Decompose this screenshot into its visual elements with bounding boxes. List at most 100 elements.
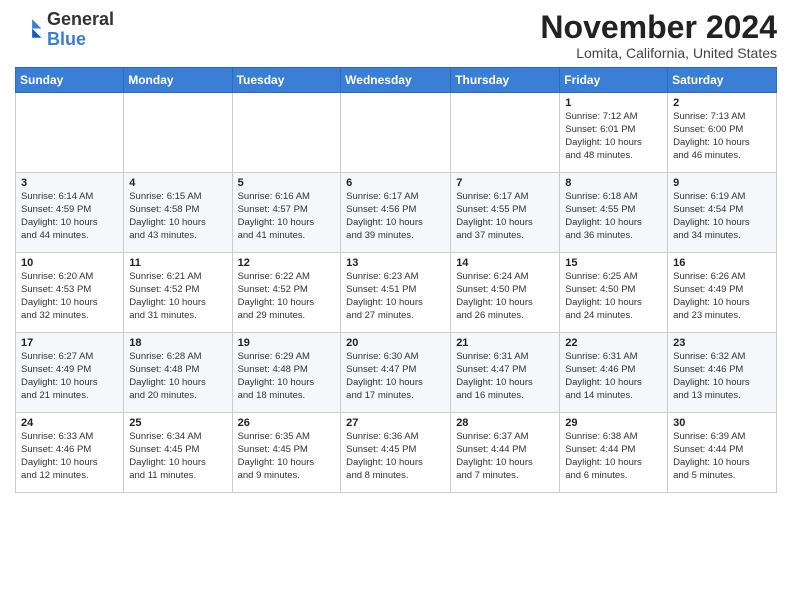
table-row: 17 Sunrise: 6:27 AMSunset: 4:49 PMDayligh…	[16, 333, 124, 413]
day-number: 26	[238, 417, 336, 429]
day-info: Sunrise: 6:19 AMSunset: 4:54 PMDaylight:…	[673, 191, 771, 242]
header-thursday: Thursday	[451, 68, 560, 93]
day-number: 5	[238, 177, 336, 189]
table-row: 22Sunrise: 6:31 AMSunset: 4:46 PMDayligh…	[560, 333, 668, 413]
day-number: 17	[21, 337, 118, 349]
table-row: 23 Sunrise: 6:32 AMSunset: 4:46 PMDayligh…	[668, 333, 777, 413]
day-number: 1	[565, 97, 662, 109]
table-row	[16, 93, 124, 173]
day-info: Sunrise: 6:35 AMSunset: 4:45 PMDaylight:…	[238, 431, 336, 482]
title-block: November 2024 Lomita, California, United…	[540, 10, 777, 61]
table-row: 21 Sunrise: 6:31 AMSunset: 4:47 PMDayligh…	[451, 333, 560, 413]
table-row: 25Sunrise: 6:34 AMSunset: 4:45 PMDayligh…	[124, 413, 232, 493]
table-row: 15Sunrise: 6:25 AMSunset: 4:50 PMDayligh…	[560, 253, 668, 333]
calendar-table: Sunday Monday Tuesday Wednesday Thursday…	[15, 67, 777, 493]
table-row	[124, 93, 232, 173]
day-info: Sunrise: 6:20 AMSunset: 4:53 PMDaylight:…	[21, 271, 118, 322]
day-info: Sunrise: 6:23 AMSunset: 4:51 PMDaylight:…	[346, 271, 445, 322]
table-row: 14 Sunrise: 6:24 AMSunset: 4:50 PMDayligh…	[451, 253, 560, 333]
day-number: 19	[238, 337, 336, 349]
day-info: Sunrise: 6:14 AMSunset: 4:59 PMDaylight:…	[21, 191, 118, 242]
table-row	[341, 93, 451, 173]
day-number: 12	[238, 257, 336, 269]
page-header: General Blue November 2024 Lomita, Calif…	[15, 10, 777, 61]
calendar-header-row: Sunday Monday Tuesday Wednesday Thursday…	[16, 68, 777, 93]
day-number: 16	[673, 257, 771, 269]
day-info: Sunrise: 6:16 AMSunset: 4:57 PMDaylight:…	[238, 191, 336, 242]
day-info: Sunrise: 6:31 AMSunset: 4:46 PMDaylight:…	[565, 351, 662, 402]
table-row: 27 Sunrise: 6:36 AMSunset: 4:45 PMDayligh…	[341, 413, 451, 493]
day-number: 15	[565, 257, 662, 269]
table-row: 24 Sunrise: 6:33 AMSunset: 4:46 PMDayligh…	[16, 413, 124, 493]
table-row: 18Sunrise: 6:28 AMSunset: 4:48 PMDayligh…	[124, 333, 232, 413]
table-row: 12Sunrise: 6:22 AMSunset: 4:52 PMDayligh…	[232, 253, 341, 333]
day-info: Sunrise: 6:32 AMSunset: 4:46 PMDaylight:…	[673, 351, 771, 402]
table-row: 5 Sunrise: 6:16 AMSunset: 4:57 PMDaylight…	[232, 173, 341, 253]
day-number: 14	[456, 257, 554, 269]
day-info: Sunrise: 6:27 AMSunset: 4:49 PMDaylight:…	[21, 351, 118, 402]
header-tuesday: Tuesday	[232, 68, 341, 93]
logo-icon	[15, 16, 43, 44]
table-row: 29 Sunrise: 6:38 AMSunset: 4:44 PMDayligh…	[560, 413, 668, 493]
logo-text: General Blue	[47, 10, 114, 50]
day-number: 27	[346, 417, 445, 429]
table-row: 16 Sunrise: 6:26 AMSunset: 4:49 PMDayligh…	[668, 253, 777, 333]
calendar-week-2: 3 Sunrise: 6:14 AMSunset: 4:59 PMDaylight…	[16, 173, 777, 253]
day-info: Sunrise: 6:18 AMSunset: 4:55 PMDaylight:…	[565, 191, 662, 242]
table-row: 20 Sunrise: 6:30 AMSunset: 4:47 PMDayligh…	[341, 333, 451, 413]
table-row: 7 Sunrise: 6:17 AMSunset: 4:55 PMDaylight…	[451, 173, 560, 253]
day-number: 13	[346, 257, 445, 269]
day-info: Sunrise: 7:12 AMSunset: 6:01 PMDaylight:…	[565, 111, 662, 162]
page-container: General Blue November 2024 Lomita, Calif…	[0, 0, 792, 503]
day-info: Sunrise: 6:17 AMSunset: 4:55 PMDaylight:…	[456, 191, 554, 242]
day-info: Sunrise: 6:38 AMSunset: 4:44 PMDaylight:…	[565, 431, 662, 482]
day-number: 21	[456, 337, 554, 349]
header-sunday: Sunday	[16, 68, 124, 93]
day-info: Sunrise: 6:36 AMSunset: 4:45 PMDaylight:…	[346, 431, 445, 482]
table-row: 8 Sunrise: 6:18 AMSunset: 4:55 PMDaylight…	[560, 173, 668, 253]
table-row: 2Sunrise: 7:13 AMSunset: 6:00 PMDaylight…	[668, 93, 777, 173]
table-row: 28Sunrise: 6:37 AMSunset: 4:44 PMDayligh…	[451, 413, 560, 493]
location: Lomita, California, United States	[540, 45, 777, 61]
table-row: 1 Sunrise: 7:12 AMSunset: 6:01 PMDaylight…	[560, 93, 668, 173]
day-info: Sunrise: 6:34 AMSunset: 4:45 PMDaylight:…	[129, 431, 226, 482]
table-row: 6 Sunrise: 6:17 AMSunset: 4:56 PMDaylight…	[341, 173, 451, 253]
calendar-week-3: 10Sunrise: 6:20 AMSunset: 4:53 PMDayligh…	[16, 253, 777, 333]
day-info: Sunrise: 6:17 AMSunset: 4:56 PMDaylight:…	[346, 191, 445, 242]
logo: General Blue	[15, 10, 114, 50]
day-info: Sunrise: 6:29 AMSunset: 4:48 PMDaylight:…	[238, 351, 336, 402]
table-row: 4 Sunrise: 6:15 AMSunset: 4:58 PMDaylight…	[124, 173, 232, 253]
day-number: 6	[346, 177, 445, 189]
day-number: 20	[346, 337, 445, 349]
day-info: Sunrise: 6:31 AMSunset: 4:47 PMDaylight:…	[456, 351, 554, 402]
day-number: 24	[21, 417, 118, 429]
day-info: Sunrise: 6:33 AMSunset: 4:46 PMDaylight:…	[21, 431, 118, 482]
day-info: Sunrise: 6:26 AMSunset: 4:49 PMDaylight:…	[673, 271, 771, 322]
day-number: 23	[673, 337, 771, 349]
day-info: Sunrise: 6:30 AMSunset: 4:47 PMDaylight:…	[346, 351, 445, 402]
table-row: 10Sunrise: 6:20 AMSunset: 4:53 PMDayligh…	[16, 253, 124, 333]
month-title: November 2024	[540, 10, 777, 45]
day-number: 29	[565, 417, 662, 429]
day-number: 11	[129, 257, 226, 269]
day-info: Sunrise: 6:37 AMSunset: 4:44 PMDaylight:…	[456, 431, 554, 482]
table-row: 9 Sunrise: 6:19 AMSunset: 4:54 PMDaylight…	[668, 173, 777, 253]
table-row: 30 Sunrise: 6:39 AMSunset: 4:44 PMDayligh…	[668, 413, 777, 493]
calendar-week-1: 1 Sunrise: 7:12 AMSunset: 6:01 PMDaylight…	[16, 93, 777, 173]
day-info: Sunrise: 6:21 AMSunset: 4:52 PMDaylight:…	[129, 271, 226, 322]
day-number: 18	[129, 337, 226, 349]
day-number: 9	[673, 177, 771, 189]
day-info: Sunrise: 6:15 AMSunset: 4:58 PMDaylight:…	[129, 191, 226, 242]
day-number: 7	[456, 177, 554, 189]
table-row: 11 Sunrise: 6:21 AMSunset: 4:52 PMDayligh…	[124, 253, 232, 333]
day-number: 3	[21, 177, 118, 189]
table-row: 13 Sunrise: 6:23 AMSunset: 4:51 PMDayligh…	[341, 253, 451, 333]
day-info: Sunrise: 6:39 AMSunset: 4:44 PMDaylight:…	[673, 431, 771, 482]
header-monday: Monday	[124, 68, 232, 93]
header-friday: Friday	[560, 68, 668, 93]
day-number: 4	[129, 177, 226, 189]
day-number: 30	[673, 417, 771, 429]
day-number: 8	[565, 177, 662, 189]
calendar-week-4: 17 Sunrise: 6:27 AMSunset: 4:49 PMDayligh…	[16, 333, 777, 413]
day-info: Sunrise: 6:24 AMSunset: 4:50 PMDaylight:…	[456, 271, 554, 322]
